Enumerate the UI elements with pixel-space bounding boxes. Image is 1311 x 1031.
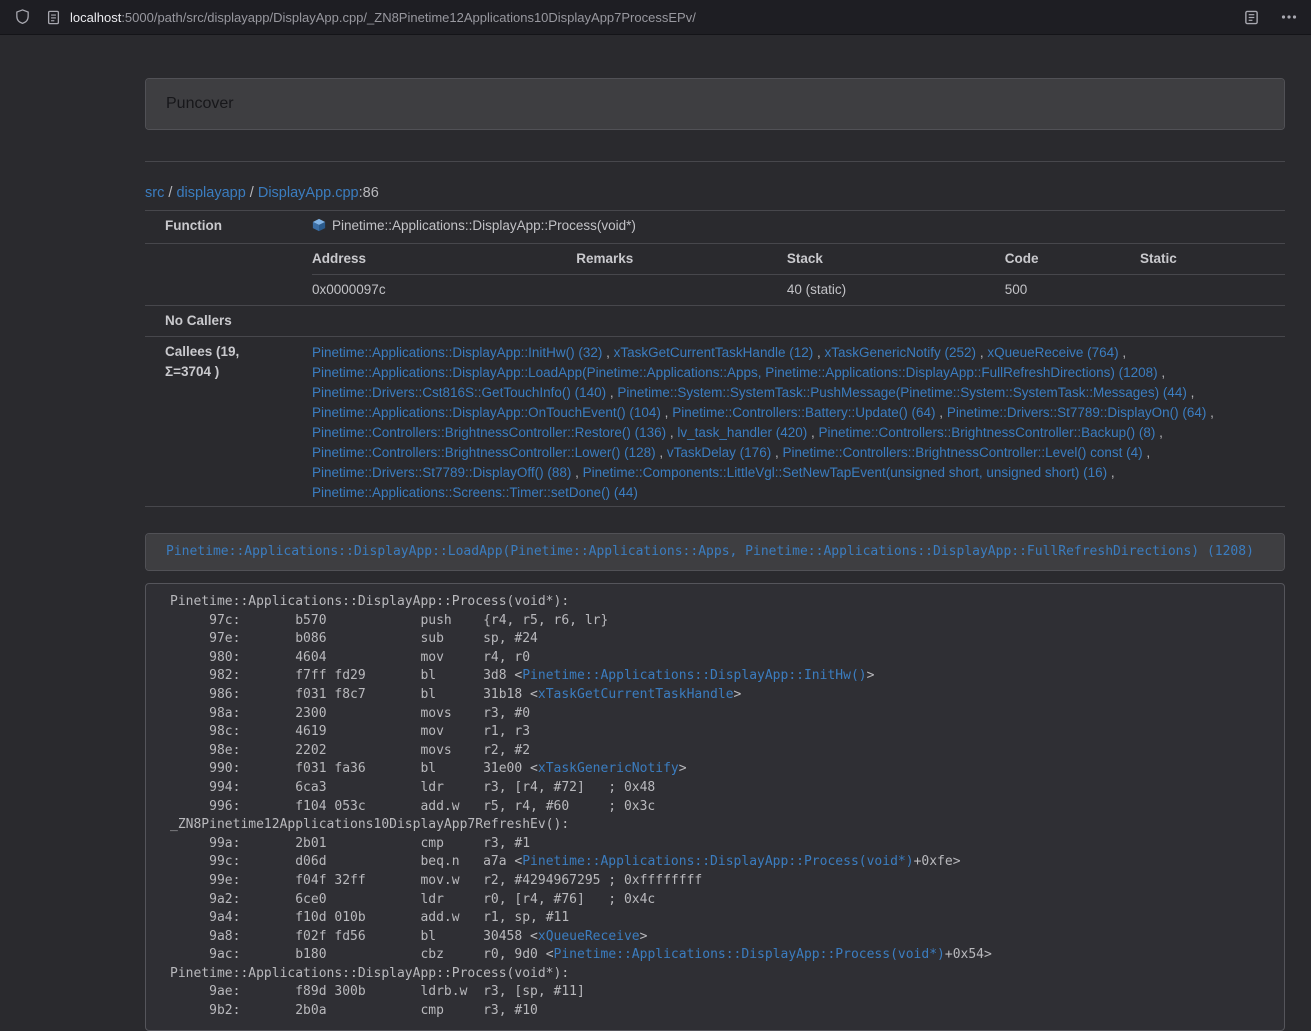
callee-separator: , (666, 425, 677, 440)
callee-link[interactable]: Pinetime::Controllers::BrightnessControl… (312, 445, 656, 460)
metrics-table: Address Remarks Stack Code Static 0x0000… (312, 244, 1285, 305)
callee-link[interactable]: Pinetime::Applications::DisplayApp::Init… (312, 345, 602, 360)
callee-separator: , (606, 385, 617, 400)
app-header-panel: Puncover (145, 78, 1285, 130)
metrics-value-row: 0x0000097c 40 (static) 500 (312, 275, 1285, 306)
breadcrumb-line-number: :86 (359, 185, 379, 201)
callee-separator: , (936, 405, 947, 420)
callee-separator: , (1206, 405, 1214, 420)
callee-detail-panel-heading: Pinetime::Applications::DisplayApp::Load… (146, 534, 1284, 570)
col-address: Address (312, 244, 576, 275)
callee-link[interactable]: Pinetime::Controllers::BrightnessControl… (819, 425, 1156, 440)
callee-link[interactable]: xTaskGetCurrentTaskHandle (12) (614, 345, 814, 360)
callee-link[interactable]: xQueueReceive (764) (987, 345, 1118, 360)
callee-separator: , (571, 465, 582, 480)
page-icon[interactable] (45, 8, 62, 27)
divider (145, 161, 1285, 162)
callee-separator: , (1187, 385, 1195, 400)
breadcrumb-link[interactable]: DisplayApp.cpp (258, 185, 359, 201)
address-value: 0x0000097c (312, 275, 576, 306)
callee-detail-panel: Pinetime::Applications::DisplayApp::Load… (145, 533, 1285, 571)
function-row: Function Pinetime::Applications::Display… (145, 211, 1285, 244)
ellipsis-icon[interactable] (1279, 12, 1299, 22)
callee-link[interactable]: Pinetime::Controllers::Battery::Update()… (672, 405, 935, 420)
stack-value: 40 (static) (787, 275, 1005, 306)
callee-separator: , (771, 445, 782, 460)
callee-link[interactable]: Pinetime::System::SystemTask::PushMessag… (617, 385, 1186, 400)
callee-link[interactable]: Pinetime::Controllers::BrightnessControl… (312, 425, 666, 440)
reader-icon[interactable] (1242, 8, 1261, 27)
code-value: 500 (1005, 275, 1140, 306)
callees-row: Callees (19, Σ=3704 ) Pinetime::Applicat… (145, 337, 1285, 507)
function-label: Function (145, 211, 290, 244)
callee-separator: , (1155, 425, 1163, 440)
breadcrumb-link[interactable]: displayapp (176, 185, 245, 201)
breadcrumb: src / displayapp / DisplayApp.cpp:86 (145, 183, 1285, 203)
callee-separator: , (1158, 365, 1166, 380)
app-title: Puncover (166, 95, 234, 112)
callees-label: Callees (19, Σ=3704 ) (145, 337, 290, 507)
disassembly-link[interactable]: Pinetime::Applications::DisplayApp::Proc… (554, 947, 945, 962)
url-host: localhost (70, 10, 121, 25)
app-header-panel-heading: Puncover (146, 79, 1284, 129)
callee-separator: , (1107, 465, 1115, 480)
callee-link[interactable]: Pinetime::Controllers::BrightnessControl… (782, 445, 1142, 460)
breadcrumb-separator: / (246, 185, 258, 201)
callee-separator: , (1143, 445, 1151, 460)
disassembly-link[interactable]: Pinetime::Applications::DisplayApp::Init… (522, 668, 866, 683)
function-type-icon (312, 218, 326, 238)
callee-link[interactable]: Pinetime::Drivers::Cst816S::GetTouchInfo… (312, 385, 606, 400)
callee-link[interactable]: Pinetime::Applications::DisplayApp::Load… (312, 365, 1158, 380)
no-callers-row: No Callers (145, 306, 1285, 337)
metrics-row: Address Remarks Stack Code Static 0x0000… (145, 244, 1285, 306)
callee-separator: , (656, 445, 667, 460)
callee-separator: , (976, 345, 987, 360)
col-remarks: Remarks (576, 244, 787, 275)
page-container: Puncover src / displayapp / DisplayApp.c… (145, 35, 1285, 1031)
callee-heading-link[interactable]: Pinetime::Applications::DisplayApp::Load… (166, 544, 1254, 559)
no-callers-label: No Callers (145, 306, 290, 337)
callee-separator: , (1119, 345, 1127, 360)
shield-icon[interactable] (12, 6, 33, 28)
metrics-header-row: Address Remarks Stack Code Static (312, 244, 1285, 275)
callees-list: Pinetime::Applications::DisplayApp::Init… (290, 337, 1285, 507)
callee-link[interactable]: lv_task_handler (420) (677, 425, 807, 440)
remarks-value (576, 275, 787, 306)
callee-link[interactable]: Pinetime::Applications::Screens::Timer::… (312, 485, 638, 500)
breadcrumb-link[interactable]: src (145, 185, 164, 201)
callee-separator: , (661, 405, 672, 420)
callee-separator: , (602, 345, 613, 360)
callee-separator: , (807, 425, 818, 440)
disassembly-link[interactable]: Pinetime::Applications::DisplayApp::Proc… (522, 854, 913, 869)
breadcrumb-separator: / (164, 185, 176, 201)
disassembly-listing: Pinetime::Applications::DisplayApp::Proc… (145, 583, 1285, 1031)
callee-link[interactable]: xTaskGenericNotify (252) (825, 345, 977, 360)
callee-link[interactable]: Pinetime::Components::LittleVgl::SetNewT… (583, 465, 1108, 480)
url-bar[interactable]: localhost:5000/path/src/displayapp/Displ… (70, 10, 1230, 25)
callee-link[interactable]: Pinetime::Applications::DisplayApp::OnTo… (312, 405, 661, 420)
col-code: Code (1005, 244, 1140, 275)
disassembly-link[interactable]: xTaskGetCurrentTaskHandle (538, 687, 734, 702)
function-name: Pinetime::Applications::DisplayApp::Proc… (332, 218, 636, 233)
symbol-table: Function Pinetime::Applications::Display… (145, 210, 1285, 507)
disassembly-link[interactable]: xTaskGenericNotify (538, 761, 679, 776)
url-path: :5000/path/src/displayapp/DisplayApp.cpp… (121, 10, 696, 25)
col-stack: Stack (787, 244, 1005, 275)
callee-link[interactable]: Pinetime::Drivers::St7789::DisplayOff() … (312, 465, 571, 480)
static-value (1140, 275, 1285, 306)
col-static: Static (1140, 244, 1285, 275)
callee-link[interactable]: vTaskDelay (176) (667, 445, 771, 460)
disassembly-link[interactable]: xQueueReceive (538, 929, 640, 944)
browser-chrome: localhost:5000/path/src/displayapp/Displ… (0, 0, 1311, 35)
callee-link[interactable]: Pinetime::Drivers::St7789::DisplayOn() (… (947, 405, 1207, 420)
callee-separator: , (813, 345, 824, 360)
